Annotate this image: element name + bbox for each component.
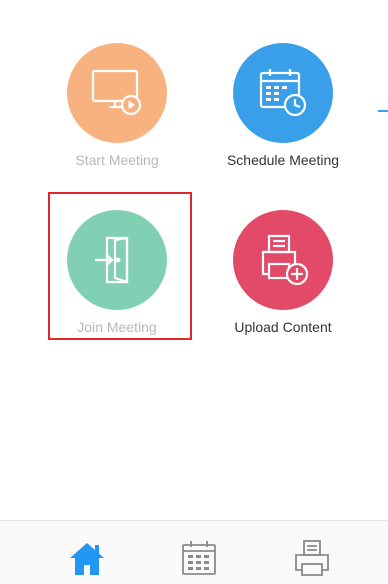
join-meeting-label: Join Meeting	[77, 319, 157, 335]
printer-add-icon	[261, 234, 309, 286]
start-meeting-button[interactable]: Start Meeting	[42, 43, 192, 169]
bottom-tab-bar	[0, 520, 388, 584]
join-meeting-button[interactable]: Join Meeting	[42, 210, 192, 336]
door-enter-icon	[95, 236, 129, 284]
calendar-icon	[182, 541, 216, 575]
monitor-play-icon	[91, 69, 142, 116]
upload-content-circle	[233, 210, 333, 310]
schedule-meeting-circle	[233, 43, 333, 143]
calendar-clock-icon	[259, 69, 307, 117]
side-indicator-line	[378, 110, 388, 112]
join-meeting-circle	[67, 210, 167, 310]
home-icon	[70, 543, 104, 575]
start-meeting-circle	[67, 43, 167, 143]
start-meeting-label: Start Meeting	[75, 152, 159, 168]
upload-content-label: Upload Content	[234, 319, 332, 335]
printer-icon	[295, 540, 329, 576]
schedule-meeting-label: Schedule Meeting	[226, 152, 340, 168]
upload-content-button[interactable]: Upload Content	[208, 210, 358, 336]
tab-home[interactable]	[66, 537, 108, 579]
tab-calendar[interactable]	[178, 537, 220, 579]
tab-upload[interactable]	[291, 537, 333, 579]
schedule-meeting-button[interactable]: Schedule Meeting	[208, 43, 358, 169]
